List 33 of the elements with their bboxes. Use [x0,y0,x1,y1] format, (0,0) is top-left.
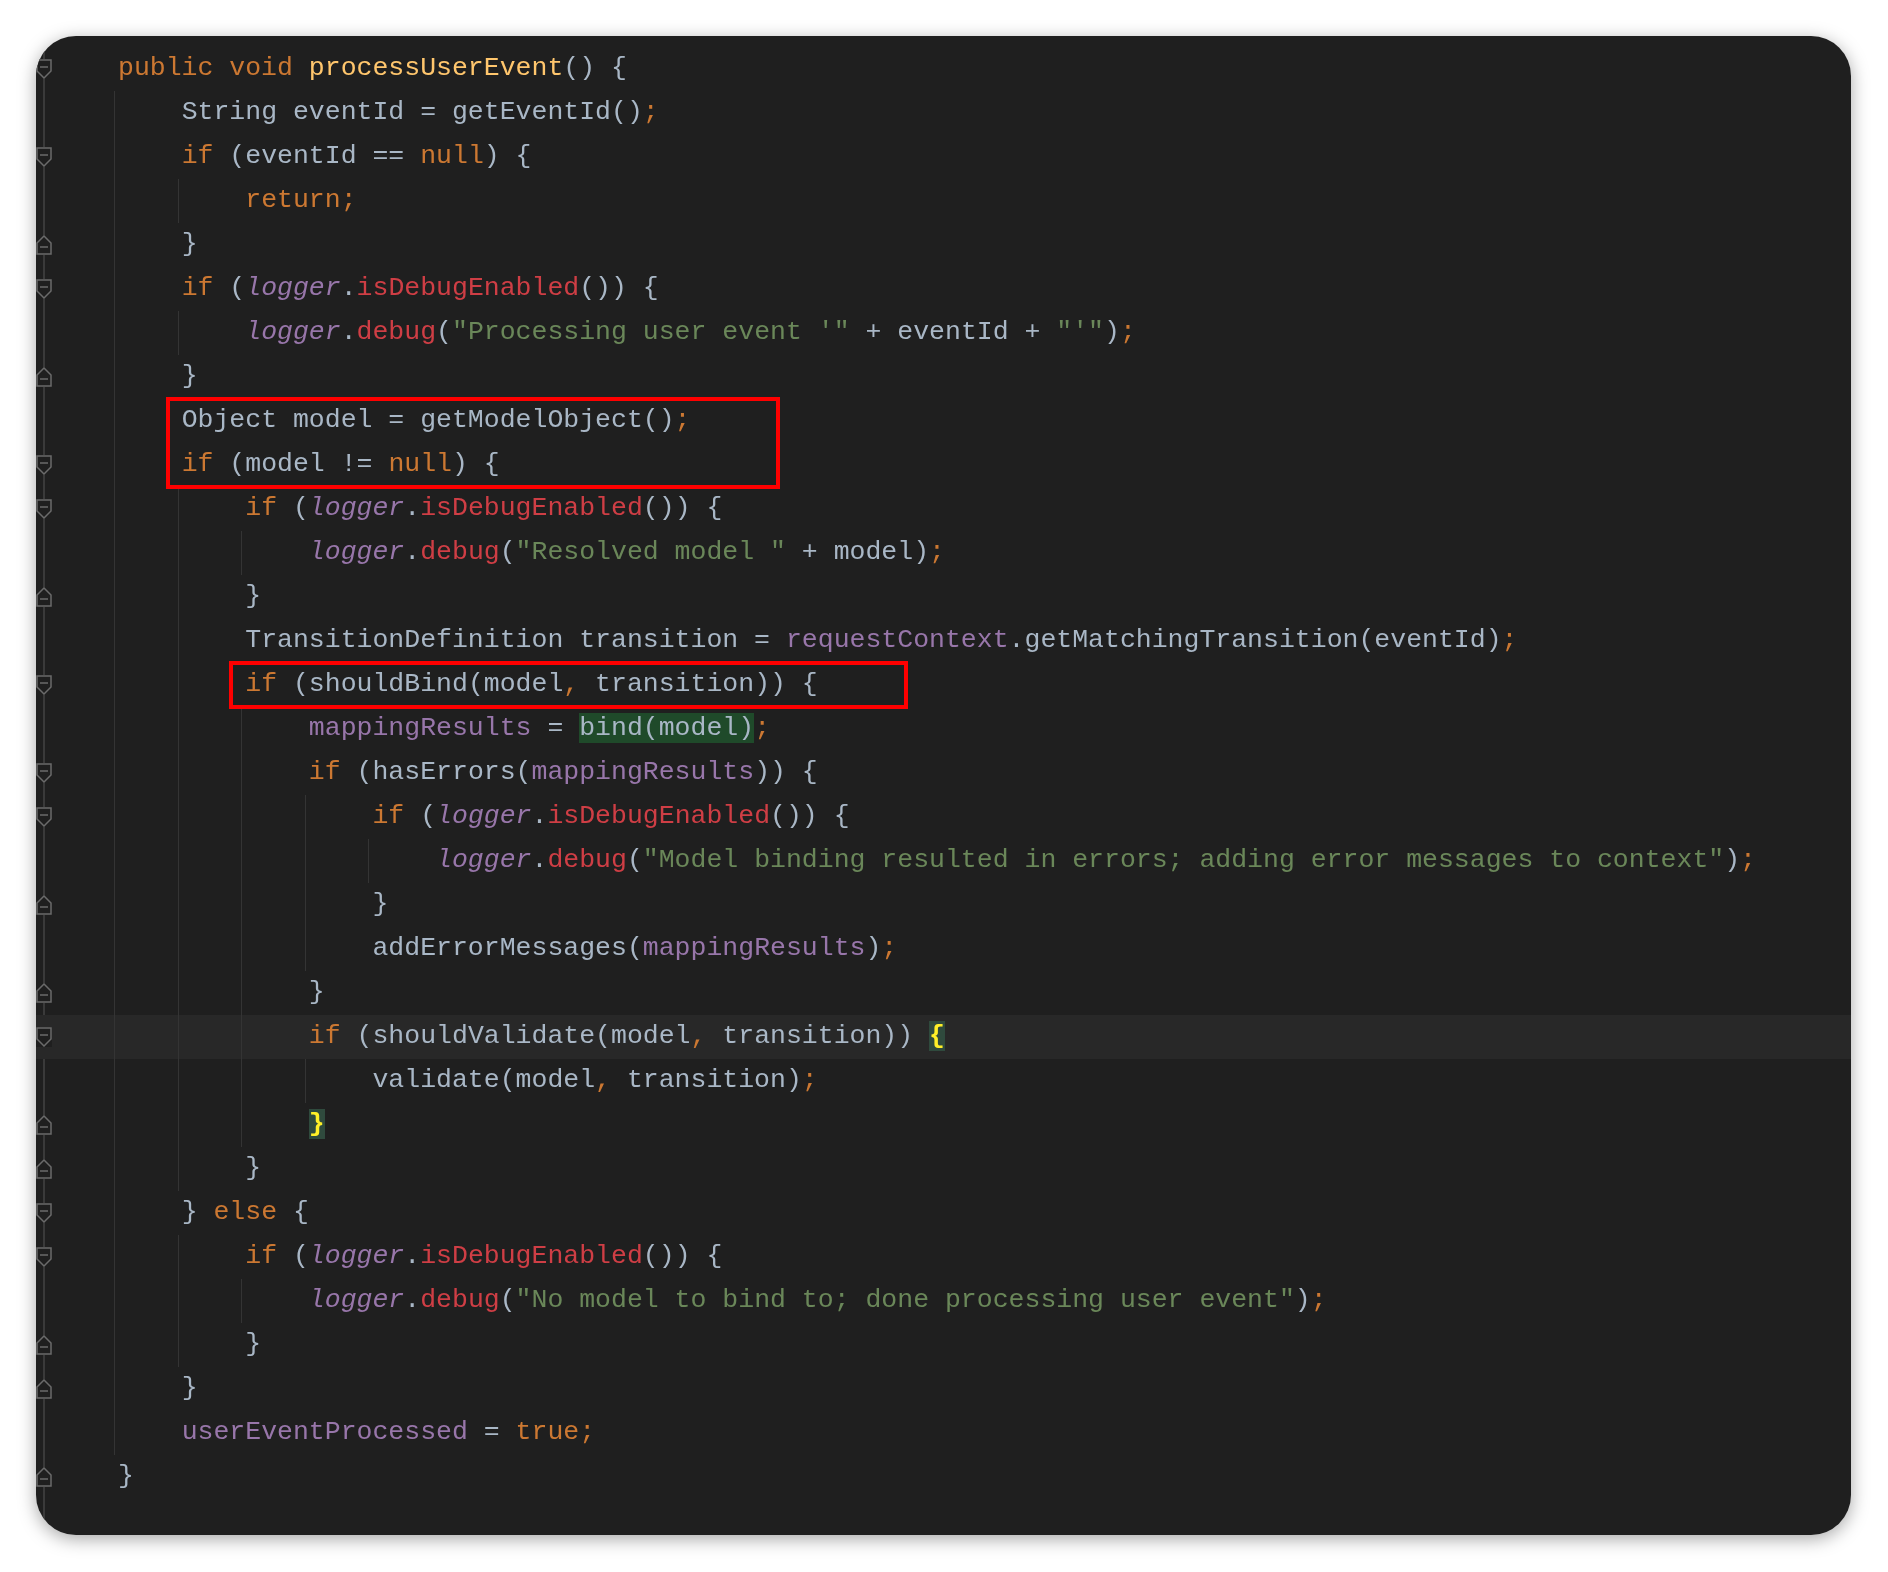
code-line: } else { [181,1196,309,1230]
code-line: logger.debug("Model binding resulted in errors; adding error messages to context"); [436,844,1756,878]
code-line: String eventId = getEventId(); [181,96,659,130]
code-line: } [118,1460,134,1494]
code-line: if (logger.isDebugEnabled()) { [245,1240,723,1274]
code-line: } [245,1328,262,1362]
code-line: } [372,888,389,922]
code-line: } [245,1152,262,1186]
code-line: mappingResults = bind(model); [308,712,771,746]
fold-icon[interactable] [36,59,52,79]
code-line: logger.debug("Resolved model " + model); [308,536,945,570]
code-line: userEventProcessed = true; [181,1416,596,1450]
code-line: TransitionDefinition transition = requestContext.getMatchingTransition(eventId); [245,624,1518,658]
code-line: Object model = getModelObject(); [181,404,691,438]
code-line: } [181,1372,198,1406]
code-line: public void processUserEvent() { [118,52,627,86]
code-line: if (model != null) { [181,448,500,482]
code-line: } [181,360,198,394]
code-line: } [245,580,262,614]
code-line: return; [245,184,357,218]
code-line: if (hasErrors(mappingResults)) { [308,756,818,790]
code-line: if (shouldBind(model, transition)) { [245,668,818,702]
code-line: logger.debug("No model to bind to; done processing user event"); [308,1284,1327,1318]
code-line: if (logger.isDebugEnabled()) { [372,800,850,834]
code-line: addErrorMessages(mappingResults); [372,932,898,966]
code-line: if (logger.isDebugEnabled()) { [245,492,723,526]
code-line: if (logger.isDebugEnabled()) { [181,272,659,306]
code-line: validate(model, transition); [372,1064,818,1098]
code-line: } [181,228,198,262]
code-line: if (shouldValidate(model, transition)) { [308,1020,945,1054]
code-line: } [308,976,325,1010]
code-line: logger.debug("Processing user event '" + eventId + "'"); [245,316,1136,350]
code-line: if (eventId == null) { [181,140,532,174]
